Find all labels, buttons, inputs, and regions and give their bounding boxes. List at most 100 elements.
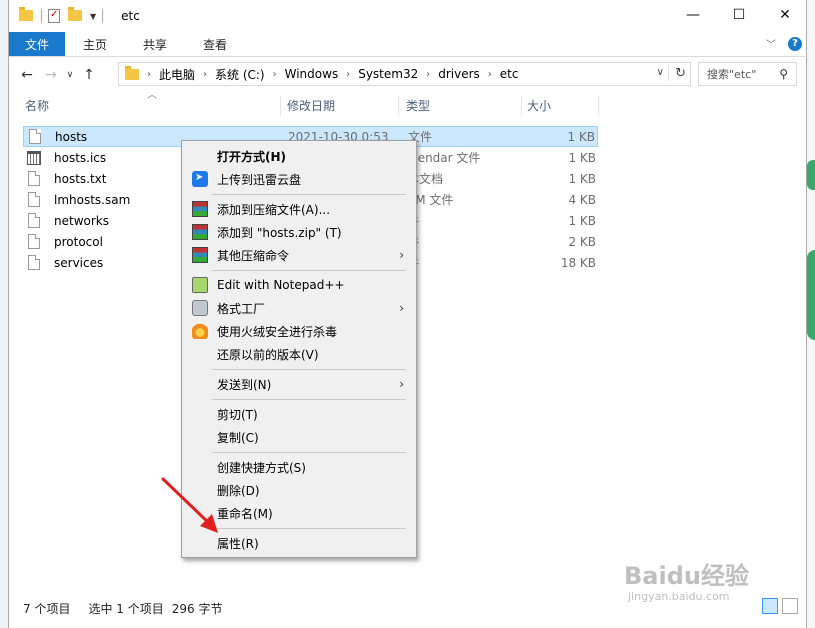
breadcrumb-system32[interactable]: System32 (358, 67, 418, 81)
menu-item-create-shortcut[interactable]: 创建快捷方式(S) (184, 456, 414, 478)
file-icon (28, 192, 40, 207)
column-headers: ︿ 名称 修改日期 类型 大小 (9, 90, 808, 118)
menu-item-open-with[interactable]: 打开方式(H) (184, 145, 414, 167)
annotation-arrow-icon (161, 477, 218, 533)
help-icon[interactable]: ? (788, 36, 802, 51)
menu-item-huorong-scan[interactable]: 使用火绒安全进行杀毒 (184, 320, 414, 342)
file-name: hosts (55, 129, 88, 144)
maximize-button[interactable]: ☐ (716, 0, 762, 30)
submenu-arrow-icon: › (399, 248, 404, 262)
properties-quick-icon[interactable] (48, 9, 60, 23)
menu-item-send-to[interactable]: 发送到(N) › (184, 373, 414, 395)
tab-file[interactable]: 文件 (9, 32, 65, 56)
breadcrumb-c-drive[interactable]: 系统 (C:) (215, 66, 265, 83)
refresh-icon[interactable]: ↻ (668, 66, 686, 81)
expand-ribbon-chevron-icon[interactable]: ﹀ (766, 36, 776, 51)
up-arrow-icon[interactable]: ↑ (77, 67, 101, 83)
customize-toolbar-chevron-icon[interactable]: ▼ (90, 12, 96, 21)
file-icon (28, 213, 40, 228)
column-header-size[interactable]: 大小 (519, 94, 551, 118)
view-switcher (762, 598, 798, 614)
file-size: 1 KB (568, 150, 596, 165)
recent-locations-chevron-icon[interactable]: ∨ (63, 70, 77, 80)
breadcrumb-windows[interactable]: Windows (285, 67, 339, 81)
menu-item-other-compress[interactable]: 其他压缩命令 › (184, 244, 414, 266)
menu-item-label: 创建快捷方式(S) (217, 460, 306, 475)
menu-separator (212, 452, 406, 453)
breadcrumb-separator-icon[interactable]: › (273, 69, 277, 80)
menu-separator (212, 399, 406, 400)
window-title: etc (121, 9, 140, 23)
submenu-arrow-icon: › (399, 377, 404, 391)
file-size: 1 KB (568, 171, 596, 186)
column-header-name[interactable]: 名称 (17, 94, 49, 118)
address-history-chevron-icon[interactable]: ∨ (657, 67, 664, 78)
background-right (807, 0, 815, 628)
close-button[interactable]: ✕ (762, 0, 808, 30)
file-size: 2 KB (568, 234, 596, 249)
search-placeholder: 搜索"etc" (707, 68, 757, 81)
search-icon[interactable]: ⚲ (779, 67, 788, 81)
winrar-icon (192, 201, 208, 217)
breadcrumb-separator-icon[interactable]: › (147, 69, 151, 80)
menu-item-label: 复制(C) (217, 430, 259, 445)
breadcrumb-separator-icon[interactable]: › (488, 69, 492, 80)
ribbon-tabs: 文件 主页 共享 查看 ﹀ ? (9, 32, 808, 56)
file-name: protocol (54, 234, 103, 249)
menu-item-label: 属性(R) (217, 536, 259, 551)
breadcrumb-etc[interactable]: etc (500, 67, 519, 81)
divider (102, 9, 104, 23)
file-size: 1 KB (568, 213, 596, 228)
large-icons-view-icon[interactable] (782, 598, 798, 614)
tab-share[interactable]: 共享 (125, 32, 185, 56)
menu-item-label: 还原以前的版本(V) (217, 347, 319, 362)
file-name: services (54, 255, 104, 270)
baidu-jingyan-watermark-url: jingyan.baidu.com (628, 590, 730, 603)
menu-item-label: 格式工厂 (217, 301, 266, 316)
menu-item-restore-previous[interactable]: 还原以前的版本(V) (184, 343, 414, 365)
title-bar: ▼ etc — ☐ ✕ (9, 0, 808, 32)
file-size: 4 KB (568, 192, 596, 207)
menu-separator (212, 194, 406, 195)
column-header-date[interactable]: 修改日期 (279, 94, 335, 118)
background-left (0, 0, 8, 628)
menu-item-copy[interactable]: 复制(C) (184, 426, 414, 448)
divider[interactable] (598, 96, 599, 116)
menu-item-add-archive[interactable]: 添加到压缩文件(A)... (184, 198, 414, 220)
file-icon (28, 255, 40, 270)
menu-item-cut[interactable]: 剪切(T) (184, 403, 414, 425)
address-bar[interactable]: › 此电脑 › 系统 (C:) › Windows › System32 › d… (118, 62, 691, 86)
menu-item-format-factory[interactable]: 格式工厂 › (184, 297, 414, 319)
file-icon (29, 129, 41, 144)
breadcrumb-separator-icon[interactable]: › (203, 69, 207, 80)
status-item-count: 7 个项目 (23, 601, 71, 616)
menu-item-label: 其他压缩命令 (217, 248, 290, 263)
file-icon (28, 171, 40, 186)
forward-arrow-icon[interactable]: → (39, 67, 63, 83)
file-type: alendar 文件 (407, 151, 481, 165)
menu-item-upload-xunlei[interactable]: 上传到迅雷云盘 (184, 168, 414, 190)
menu-item-label: 打开方式(H) (217, 149, 287, 164)
baidu-jingyan-watermark-logo: Baidu经验 (624, 562, 749, 590)
file-name: lmhosts.sam (54, 192, 131, 207)
menu-item-label: 剪切(T) (217, 407, 258, 422)
breadcrumb-drivers[interactable]: drivers (438, 67, 480, 81)
breadcrumb-this-pc[interactable]: 此电脑 (159, 66, 195, 83)
column-header-type[interactable]: 类型 (398, 94, 430, 118)
file-name: hosts.ics (54, 150, 107, 165)
menu-item-label: 使用火绒安全进行杀毒 (217, 324, 338, 339)
new-folder-quick-icon[interactable] (68, 7, 84, 24)
details-view-icon[interactable] (762, 598, 778, 614)
status-selection: 选中 1 个项目 (88, 601, 164, 616)
menu-item-add-zip[interactable]: 添加到 "hosts.zip" (T) (184, 221, 414, 243)
search-input[interactable]: 搜索"etc" ⚲ (698, 62, 797, 86)
tab-home[interactable]: 主页 (65, 32, 125, 56)
menu-item-label: 添加到压缩文件(A)... (217, 202, 331, 217)
back-arrow-icon[interactable]: ← (15, 67, 39, 83)
tab-view[interactable]: 查看 (185, 32, 245, 56)
minimize-button[interactable]: — (670, 0, 716, 30)
breadcrumb-separator-icon[interactable]: › (346, 69, 350, 80)
breadcrumb-separator-icon[interactable]: › (426, 69, 430, 80)
sort-ascending-icon: ︿ (147, 90, 157, 101)
menu-item-edit-notepad-plus-plus[interactable]: Edit with Notepad++ (184, 274, 414, 296)
